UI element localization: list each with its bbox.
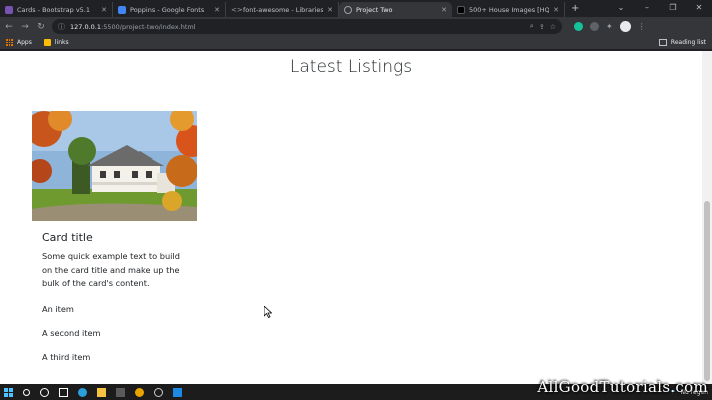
minimize-button[interactable]: – [634, 0, 660, 17]
close-icon[interactable]: ✕ [553, 6, 559, 14]
reading-list-label: Reading list [670, 39, 706, 46]
grammarly-extension-icon[interactable] [574, 22, 583, 31]
web-page: Latest Listings Card title Some quick ex… [0, 51, 702, 384]
app-icon[interactable] [154, 387, 163, 397]
extension-icon[interactable] [590, 22, 599, 31]
tab-project-two[interactable]: Project Two ✕ [339, 2, 452, 17]
reload-icon[interactable]: ↻ [36, 22, 46, 32]
bookmark-star-icon[interactable]: ☆ [550, 23, 556, 31]
reading-list-button[interactable]: Reading list [658, 39, 706, 46]
forward-icon[interactable]: → [20, 22, 30, 32]
card-title: Card title [42, 231, 93, 244]
tab-font-awesome[interactable]: <> font-awesome - Libraries - c ✕ [226, 2, 339, 17]
mouse-cursor-icon [264, 306, 272, 318]
house-photo [32, 111, 197, 221]
new-tab-button[interactable]: + [565, 2, 585, 17]
close-icon[interactable]: ✕ [101, 6, 107, 14]
tab-search-icon[interactable]: ⌄ [608, 0, 634, 17]
url-host: 127.0.0.1 [70, 22, 102, 31]
windows-start-icon[interactable] [4, 387, 13, 397]
bookmark-label: Apps [17, 39, 32, 46]
list-item: A third item [42, 351, 91, 362]
tab-bootstrap-cards[interactable]: Cards - Bootstrap v5.1 ✕ [0, 2, 113, 17]
tab-google-fonts[interactable]: Poppins - Google Fonts ✕ [113, 2, 226, 17]
tab-label: Cards - Bootstrap v5.1 [17, 5, 90, 14]
search-icon[interactable] [23, 388, 30, 396]
url-text: 127.0.0.1:5500/project-two/index.html [70, 23, 196, 31]
window-controls: ⌄ – ❐ ✕ [608, 0, 712, 17]
code-icon: <> [231, 5, 243, 14]
chrome-icon[interactable] [135, 387, 144, 397]
tab-strip: Cards - Bootstrap v5.1 ✕ Poppins - Googl… [0, 0, 712, 17]
bookmark-apps[interactable]: Apps [6, 39, 32, 46]
close-icon[interactable]: ✕ [441, 6, 447, 14]
google-fonts-icon [118, 5, 126, 14]
globe-icon [344, 5, 352, 14]
watermark: AllGoodTutorials.com [537, 378, 708, 396]
back-icon[interactable]: ← [4, 22, 14, 32]
listing-card: Card title Some quick example text to bu… [32, 111, 197, 362]
scrollbar-thumb[interactable] [704, 201, 710, 381]
toolbar: ← → ↻ ⓘ 127.0.0.1:5500/project-two/index… [0, 17, 712, 36]
tab-label: Poppins - Google Fonts [130, 5, 205, 14]
file-explorer-icon[interactable] [97, 387, 106, 397]
bookmark-links[interactable]: links [43, 39, 69, 46]
restore-button[interactable]: ❐ [660, 0, 686, 17]
store-icon[interactable] [116, 387, 125, 397]
tab-house-images[interactable]: 500+ House Images [HQ] | D ✕ [452, 2, 565, 17]
scrollbar[interactable] [702, 51, 712, 384]
menu-icon[interactable]: ⋮ [638, 22, 646, 31]
bootstrap-icon [5, 5, 13, 14]
list-item: A second item [42, 327, 101, 338]
cortana-icon[interactable] [40, 387, 49, 397]
url-path: :5500/project-two/index.html [101, 22, 196, 31]
tab-label: Project Two [356, 5, 393, 14]
card-image [32, 111, 197, 221]
zoom-icon[interactable]: ⌕ [530, 22, 534, 31]
profile-avatar[interactable] [619, 21, 631, 32]
close-icon[interactable]: ✕ [214, 6, 220, 14]
bookmark-label: links [54, 39, 69, 46]
task-view-icon[interactable] [59, 387, 68, 397]
extensions: ✦ ⋮ [574, 21, 646, 32]
puzzle-icon[interactable]: ✦ [606, 22, 613, 31]
card-text: Some quick example text to build on the … [42, 251, 180, 288]
page-title: Latest Listings [289, 57, 413, 77]
address-bar[interactable]: ⓘ 127.0.0.1:5500/project-two/index.html … [52, 19, 562, 34]
list-item: An item [42, 303, 74, 314]
edge-icon[interactable] [78, 387, 87, 397]
tab-label: font-awesome - Libraries - c [243, 5, 324, 14]
folder-icon [43, 39, 51, 46]
close-icon[interactable]: ✕ [327, 6, 333, 14]
share-icon[interactable]: ⇪ [539, 23, 545, 31]
bookmarks-bar: Apps links Reading list [0, 36, 712, 50]
close-window-button[interactable]: ✕ [686, 0, 712, 17]
apps-grid-icon [6, 39, 13, 46]
tab-label: 500+ House Images [HQ] | D [469, 5, 549, 14]
vscode-icon[interactable] [173, 387, 182, 397]
reading-list-icon [658, 39, 667, 46]
info-icon[interactable]: ⓘ [58, 22, 65, 32]
unsplash-icon [457, 5, 465, 14]
